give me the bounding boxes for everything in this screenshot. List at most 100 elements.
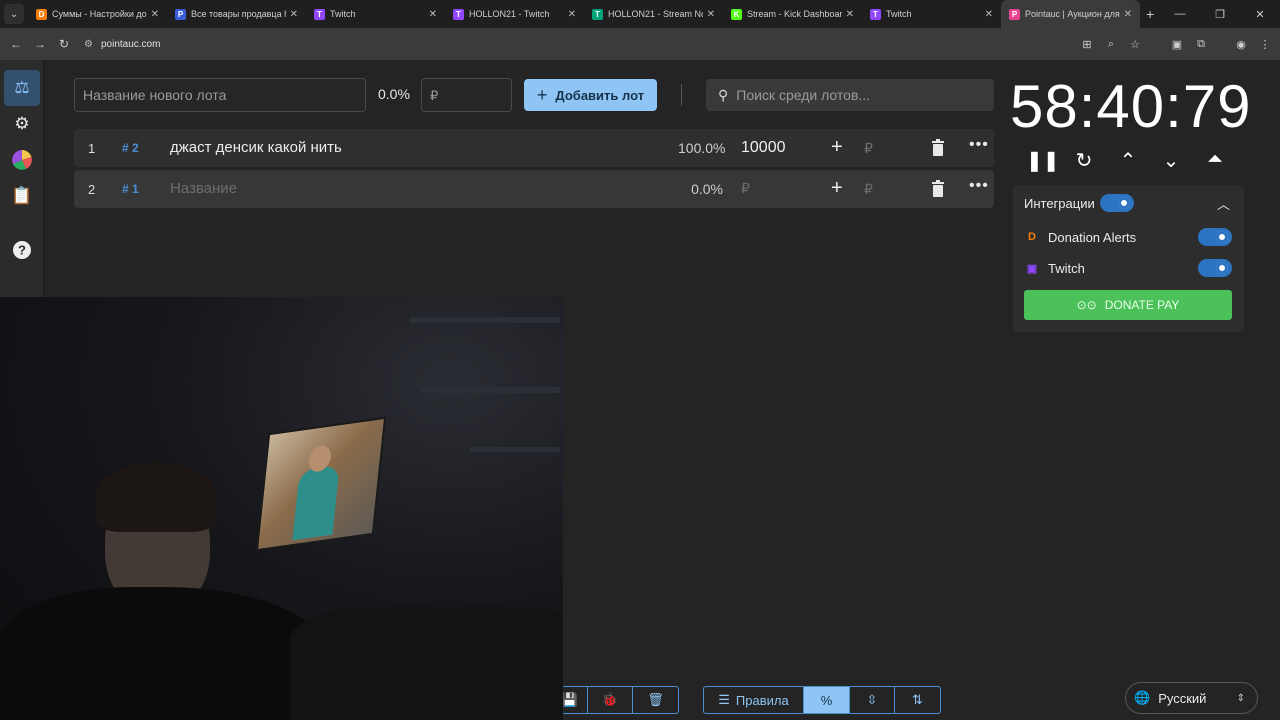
translate-icon[interactable]: ⊞: [1080, 38, 1094, 51]
url-field[interactable]: ⚙ pointauc.com: [84, 39, 160, 50]
bookmark-star-icon[interactable]: ☆: [1128, 38, 1142, 51]
twitch-toggle[interactable]: [1198, 259, 1232, 277]
donate-pay-button[interactable]: ⊙⊙ DONATE PAY: [1024, 290, 1232, 320]
browser-tab[interactable]: T Twitch ✕: [862, 0, 1001, 28]
tab-favicon-icon: D: [36, 8, 47, 20]
reset-icon[interactable]: ↻: [1069, 148, 1099, 173]
close-tab-icon[interactable]: ✕: [846, 9, 854, 20]
streamer-hair: [95, 462, 217, 532]
zoom-icon[interactable]: ⌕: [1104, 38, 1118, 51]
language-select[interactable]: 🌐 Русский ⇕: [1125, 682, 1258, 714]
browser-tab[interactable]: T HOLLON21 - Twitch ✕: [445, 0, 584, 28]
compact-view-icon[interactable]: ⇳: [850, 687, 895, 713]
tab-favicon-icon: P: [1009, 8, 1020, 20]
bottom-actions-right: ☰ Правила % ⇳ ⇅: [703, 686, 941, 714]
lot-amount-input[interactable]: ₽: [741, 180, 750, 197]
more-options-icon[interactable]: •••: [969, 177, 989, 195]
lot-name-input[interactable]: Название: [170, 180, 237, 197]
delete-trash-icon[interactable]: [931, 180, 945, 197]
lot-extra-amount-input[interactable]: ₽: [864, 140, 873, 157]
browser-tab[interactable]: K Stream - Kick Dashboard ✕: [723, 0, 862, 28]
extensions-puzzle-icon[interactable]: ⧉: [1194, 38, 1208, 51]
add-amount-plus-icon[interactable]: +: [831, 136, 843, 159]
webcam-overlay: [0, 297, 563, 720]
close-tab-icon[interactable]: ✕: [568, 9, 576, 20]
tab-favicon-icon: K: [731, 8, 742, 20]
new-tab-button[interactable]: +: [1146, 6, 1154, 22]
new-lot-amount-input[interactable]: ₽: [421, 78, 512, 112]
back-icon[interactable]: ←: [4, 37, 28, 51]
lot-search-input[interactable]: ⚲ Поиск среди лотов...: [706, 79, 994, 111]
window-controls: — ❐ ✕: [1160, 0, 1280, 28]
integrations-title: Интеграции: [1024, 196, 1095, 211]
lot-name[interactable]: джаст денсик какой нить: [170, 139, 342, 156]
pause-icon[interactable]: ❚❚: [1026, 148, 1060, 173]
subtract-time-down-icon[interactable]: ⌄: [1156, 148, 1186, 173]
tab-favicon-icon: T: [870, 8, 881, 20]
minimize-button[interactable]: —: [1160, 8, 1200, 20]
percent-toggle-button[interactable]: %: [804, 687, 850, 713]
tab-favicon-icon: P: [175, 8, 186, 20]
add-time-up-icon[interactable]: ⌃: [1113, 148, 1143, 173]
shelf: [470, 447, 560, 452]
profile-icon[interactable]: ◉: [1234, 38, 1248, 51]
browser-menu-icon[interactable]: ⋮: [1258, 38, 1272, 51]
wheel-pie-icon[interactable]: [0, 142, 44, 178]
delete-trash-icon[interactable]: [931, 139, 945, 156]
lot-id-tag[interactable]: # 2: [122, 141, 139, 155]
rules-label: Правила: [735, 692, 789, 708]
add-amount-plus-icon[interactable]: +: [831, 177, 843, 200]
close-tab-icon[interactable]: ✕: [290, 9, 298, 20]
browser-tab[interactable]: P Все товары продавца ho ✕: [167, 0, 306, 28]
close-tab-icon[interactable]: ✕: [151, 9, 159, 20]
close-tab-icon[interactable]: ✕: [707, 9, 715, 20]
tabs-container: D Суммы - Настройки доне ✕ P Все товары прод…: [28, 0, 1140, 28]
collapse-chevron-icon[interactable]: ︿: [1217, 194, 1230, 213]
tab-title: Twitch: [330, 9, 356, 19]
rules-button[interactable]: ☰ Правила: [704, 687, 804, 713]
settings-gear-icon[interactable]: ⚙: [0, 106, 44, 142]
lot-row: 1 # 2 джаст денсик какой нить 100.0% 100…: [74, 129, 994, 167]
double-up-icon[interactable]: ⏶: [1200, 148, 1230, 171]
close-tab-icon[interactable]: ✕: [429, 9, 437, 20]
integration-label: Donation Alerts: [1048, 229, 1137, 245]
auction-gavel-icon[interactable]: ⚖: [4, 70, 40, 106]
browser-tab[interactable]: T Twitch ✕: [306, 0, 445, 28]
browser-tab[interactable]: T HOLLON21 - Stream Nov ✕: [584, 0, 723, 28]
search-placeholder: Поиск среди лотов...: [736, 87, 871, 103]
sort-icon[interactable]: ⇅: [895, 687, 940, 713]
close-window-button[interactable]: ✕: [1240, 8, 1280, 21]
site-info-icon[interactable]: ⚙: [84, 39, 93, 50]
close-tab-icon[interactable]: ✕: [985, 9, 993, 20]
lot-extra-amount-input[interactable]: ₽: [864, 181, 873, 198]
extension-icon[interactable]: ▣: [1170, 38, 1184, 51]
pointauc-page: ⚖ ⚙ 📋 ? Название нового лота 0.0% ₽ + До…: [0, 60, 1280, 720]
lot-number: 1: [88, 141, 96, 156]
tab-favicon-icon: T: [453, 8, 464, 20]
close-tab-icon[interactable]: ✕: [1124, 9, 1132, 20]
lot-number: 2: [88, 182, 96, 197]
tab-title: Pointauc | Аукцион для с: [1025, 9, 1120, 19]
maximize-button[interactable]: ❐: [1200, 8, 1240, 21]
integrations-toggle[interactable]: [1100, 194, 1134, 212]
browser-tab[interactable]: D Суммы - Настройки доне ✕: [28, 0, 167, 28]
help-question-icon[interactable]: ?: [0, 232, 44, 268]
tv-person: [292, 464, 340, 541]
lot-amount[interactable]: 10000: [741, 139, 786, 157]
clear-trash-icon[interactable]: 🗑: [633, 687, 678, 713]
url-text: pointauc.com: [100, 38, 161, 50]
lot-id-tag[interactable]: # 1: [122, 182, 139, 196]
donation-alerts-toggle[interactable]: [1198, 228, 1232, 246]
integration-label: Twitch: [1048, 260, 1085, 276]
more-options-icon[interactable]: •••: [969, 136, 989, 154]
tab-title: Stream - Kick Dashboard: [747, 9, 842, 19]
add-lot-button[interactable]: + Добавить лот: [524, 79, 657, 111]
browser-tab[interactable]: P Pointauc | Аукцион для с ✕: [1001, 0, 1140, 28]
forward-icon[interactable]: →: [28, 37, 52, 51]
tab-search-button[interactable]: ⌄: [4, 4, 24, 24]
new-lot-name-input[interactable]: Название нового лота: [74, 78, 366, 112]
reload-icon[interactable]: ↻: [52, 37, 76, 51]
bug-icon[interactable]: 🐞: [588, 687, 633, 713]
history-clipboard-icon[interactable]: 📋: [0, 178, 44, 214]
lot-percent: 0.0%: [691, 181, 723, 197]
